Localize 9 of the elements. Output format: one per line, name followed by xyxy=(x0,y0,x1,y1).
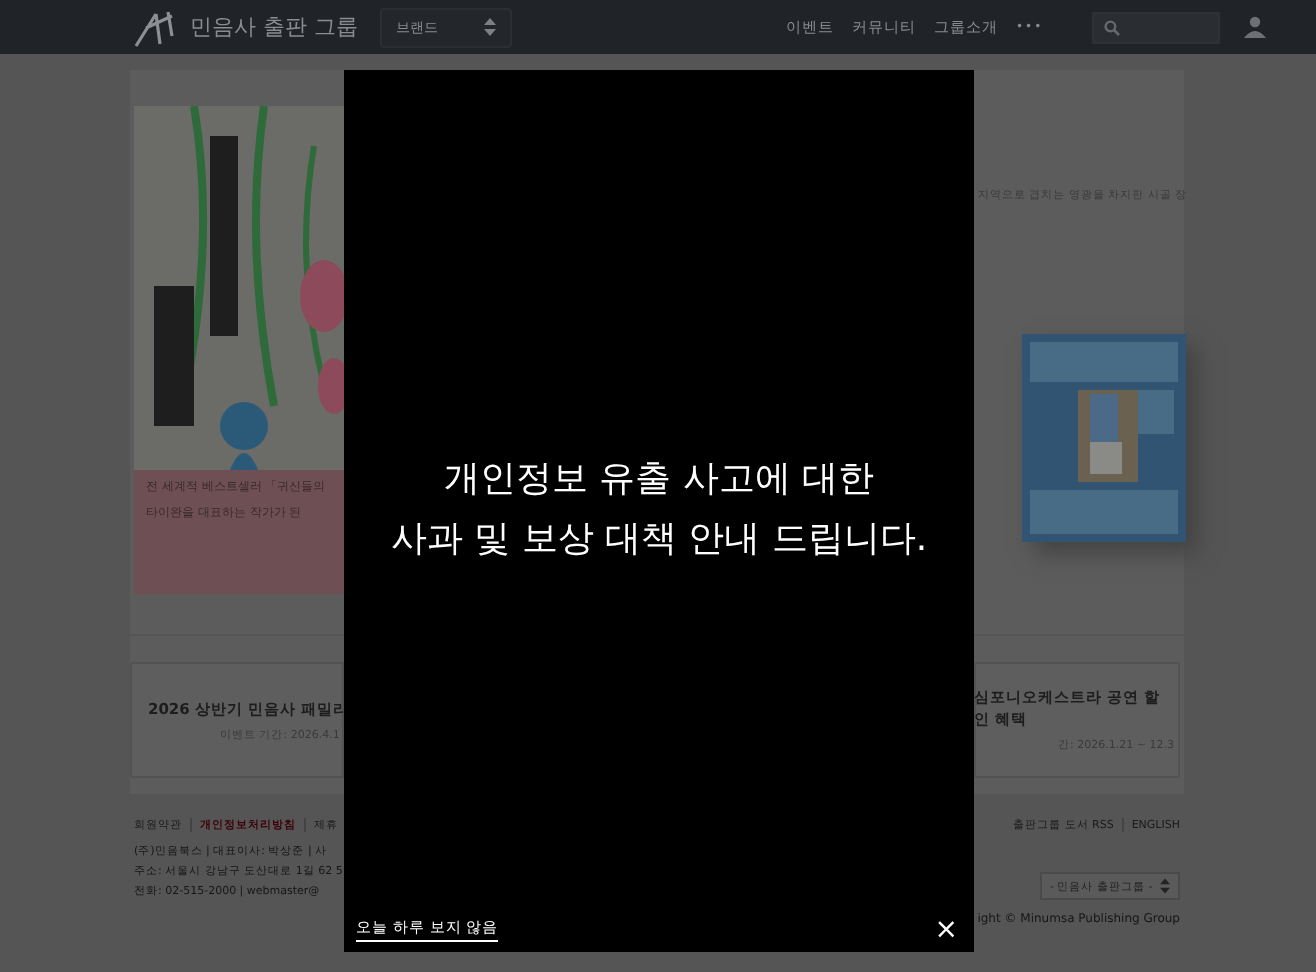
updown-icon xyxy=(1160,878,1170,894)
search-field[interactable] xyxy=(1091,11,1220,43)
search-icon xyxy=(1103,19,1120,35)
logo-text[interactable]: 민음사 출판 그룹 xyxy=(190,12,358,42)
popup-message: 개인정보 유출 사고에 대한 xyxy=(443,455,875,501)
user-icon[interactable] xyxy=(1243,16,1266,38)
updown-icon xyxy=(484,18,496,36)
popup-message: 사과 및 보상 대책 안내 드립니다. xyxy=(390,515,928,561)
close-button[interactable]: × xyxy=(930,916,962,944)
